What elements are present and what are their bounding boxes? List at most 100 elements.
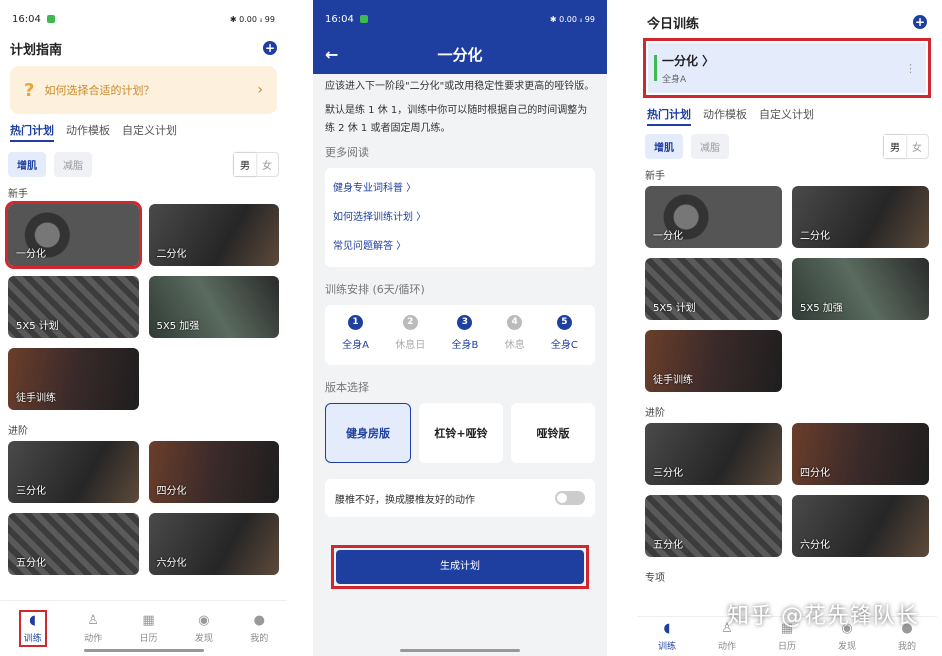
nav-label: 训练 xyxy=(23,634,42,644)
nav-train[interactable]: ◖ 训练 xyxy=(18,610,47,647)
page-title: 计划指南 xyxy=(10,42,63,58)
day-1[interactable]: 1 全身A xyxy=(342,315,369,355)
today-plan-card[interactable]: 一分化 〉 全身A ⋮ xyxy=(643,38,931,98)
plan-card-5x5-plus[interactable]: 5X5 加强 xyxy=(792,258,929,320)
plan-card-three-split[interactable]: 三分化 xyxy=(645,423,782,485)
status-time: 16:04 xyxy=(325,13,354,25)
plan-card-label: 一分化 xyxy=(653,231,683,242)
plan-card-label: 5X5 加强 xyxy=(156,321,200,332)
generate-plan-button[interactable]: 生成计划 xyxy=(336,550,584,584)
plan-card-five-split[interactable]: 五分化 xyxy=(645,495,782,557)
today-plan-name: 一分化 〉 xyxy=(662,53,715,68)
runner-icon: ♙ xyxy=(87,613,99,628)
nav-calendar[interactable]: ▦ 日历 xyxy=(139,613,157,644)
day-number: 2 xyxy=(402,315,418,330)
gender-male[interactable]: 男 xyxy=(884,135,906,158)
schedule-heading: 训练安排 (6天/循环) xyxy=(325,283,425,296)
plan-card-bodyweight[interactable]: 徒手训练 xyxy=(645,330,782,392)
day-4[interactable]: 4 休息 xyxy=(505,315,525,355)
version-gym[interactable]: 健身房版 xyxy=(325,403,411,463)
day-3[interactable]: 3 全身B xyxy=(451,315,478,355)
version-dumbbell[interactable]: 哑铃版 xyxy=(511,403,595,463)
plan-card-one-split[interactable]: 一分化 xyxy=(645,186,782,248)
plan-card-label: 三分化 xyxy=(16,486,46,497)
more-reading-heading: 更多阅读 xyxy=(325,146,369,159)
compass-icon: ◉ xyxy=(198,613,210,628)
day-label: 休息 xyxy=(504,340,525,351)
gender-male[interactable]: 男 xyxy=(234,153,256,176)
plan-card-three-split[interactable]: 三分化 xyxy=(8,441,139,503)
section-beginner: 新手 xyxy=(645,171,665,182)
plan-card-label: 二分化 xyxy=(800,231,830,242)
tab-exercise-templates[interactable]: 动作模板 xyxy=(66,122,110,142)
app-notification-icon xyxy=(359,15,368,23)
nav-train[interactable]: ◖ 训练 xyxy=(658,621,676,652)
plan-card-six-split[interactable]: 六分化 xyxy=(792,495,929,557)
person-icon: ● xyxy=(253,613,265,628)
plan-card-four-split[interactable]: 四分化 xyxy=(792,423,929,485)
nav-exercises[interactable]: ♙ 动作 xyxy=(84,613,102,644)
nav-me[interactable]: ● 我的 xyxy=(250,613,268,644)
watermark: 知乎 @花先锋队长 xyxy=(727,604,919,629)
plan-card-two-split[interactable]: 二分化 xyxy=(792,186,929,248)
plan-card-two-split[interactable]: 二分化 xyxy=(148,204,279,266)
plan-card-5x5[interactable]: 5X5 计划 xyxy=(645,258,782,320)
plan-card-label: 五分化 xyxy=(653,540,683,551)
tab-custom-plans[interactable]: 自定义计划 xyxy=(122,122,177,142)
plan-card-four-split[interactable]: 四分化 xyxy=(148,441,279,503)
plan-card-label: 六分化 xyxy=(156,558,187,569)
phone-plan-detail: 16:04 ✱ 0.00 ᵢₗ 99 ← 一分化 应该进入下一阶段"二分化"或改… xyxy=(313,0,607,656)
chevron-right-icon: › xyxy=(257,82,263,98)
plan-card-six-split[interactable]: 六分化 xyxy=(148,513,279,575)
page-title: 一分化 xyxy=(437,45,483,64)
section-beginner: 新手 xyxy=(8,189,28,200)
filter-muscle-gain[interactable]: 增肌 xyxy=(645,134,683,159)
back-arrow-icon[interactable]: ← xyxy=(325,45,338,64)
tab-popular-plans[interactable]: 热门计划 xyxy=(647,106,691,126)
plan-card-five-split[interactable]: 五分化 xyxy=(8,513,139,575)
nav-label: 动作 xyxy=(84,634,103,644)
gender-female[interactable]: 女 xyxy=(256,153,278,176)
gender-toggle[interactable]: 男 女 xyxy=(883,134,929,159)
gender-female[interactable]: 女 xyxy=(906,135,928,158)
tab-popular-plans[interactable]: 热门计划 xyxy=(10,122,54,142)
filter-fat-loss[interactable]: 减脂 xyxy=(54,152,92,177)
plan-card-5x5-plus[interactable]: 5X5 加强 xyxy=(148,276,279,338)
section-special: 专项 xyxy=(645,573,665,584)
tab-custom-plans[interactable]: 自定义计划 xyxy=(759,106,814,126)
tab-exercise-templates[interactable]: 动作模板 xyxy=(703,106,747,126)
link-fitness-terms[interactable]: 健身专业词科普 〉 xyxy=(333,174,587,203)
plan-card-label: 四分化 xyxy=(156,486,187,497)
filter-fat-loss[interactable]: 减脂 xyxy=(691,134,729,159)
link-faq[interactable]: 常见问题解答 〉 xyxy=(333,232,587,261)
nav-label: 日历 xyxy=(139,634,158,644)
plan-card-one-split[interactable]: 一分化 xyxy=(5,201,142,269)
status-bar: 16:04 ✱ 0.00 ᵢₗ 99 xyxy=(0,0,287,38)
schedule-days: 1 全身A 2 休息日 3 全身B 4 休息 5 全身C xyxy=(325,305,595,365)
plan-card-bodyweight[interactable]: 徒手训练 xyxy=(8,348,139,410)
version-barbell-dumbbell[interactable]: 杠铃+哑铃 xyxy=(419,403,503,463)
day-5[interactable]: 5 全身C xyxy=(551,315,578,355)
gender-toggle[interactable]: 男 女 xyxy=(233,152,279,177)
filter-muscle-gain[interactable]: 增肌 xyxy=(8,152,46,177)
page-title: 今日训练 xyxy=(647,16,700,32)
lumbar-toggle-switch[interactable] xyxy=(555,491,585,505)
home-indicator xyxy=(400,649,520,652)
day-number: 3 xyxy=(457,315,473,330)
nav-discover[interactable]: ◉ 发现 xyxy=(195,613,213,644)
choose-plan-banner[interactable]: ? 如何选择合适的计划？ › xyxy=(10,66,277,114)
lumbar-friendly-row: 腰椎不好，换成腰椎友好的动作 xyxy=(325,479,595,517)
add-plan-button[interactable]: + xyxy=(913,15,927,29)
add-plan-button[interactable]: + xyxy=(263,41,277,55)
plan-card-5x5[interactable]: 5X5 计划 xyxy=(8,276,139,338)
link-choose-plan[interactable]: 如何选择训练计划 〉 xyxy=(333,203,587,232)
nav-label: 我的 xyxy=(250,634,269,644)
phone-plan-guide: 16:04 ✱ 0.00 ᵢₗ 99 计划指南 + ? 如何选择合适的计划？ ›… xyxy=(0,0,287,656)
plan-card-label: 5X5 计划 xyxy=(653,303,696,314)
plan-card-label: 一分化 xyxy=(16,249,46,260)
lumbar-toggle-label: 腰椎不好，换成腰椎友好的动作 xyxy=(335,494,475,506)
reading-links: 健身专业词科普 〉 如何选择训练计划 〉 常见问题解答 〉 xyxy=(325,168,595,267)
more-options-icon[interactable]: ⋮ xyxy=(905,62,916,75)
day-2[interactable]: 2 休息日 xyxy=(395,315,425,355)
status-bar: 16:04 ✱ 0.00 ᵢₗ 99 xyxy=(313,0,607,38)
